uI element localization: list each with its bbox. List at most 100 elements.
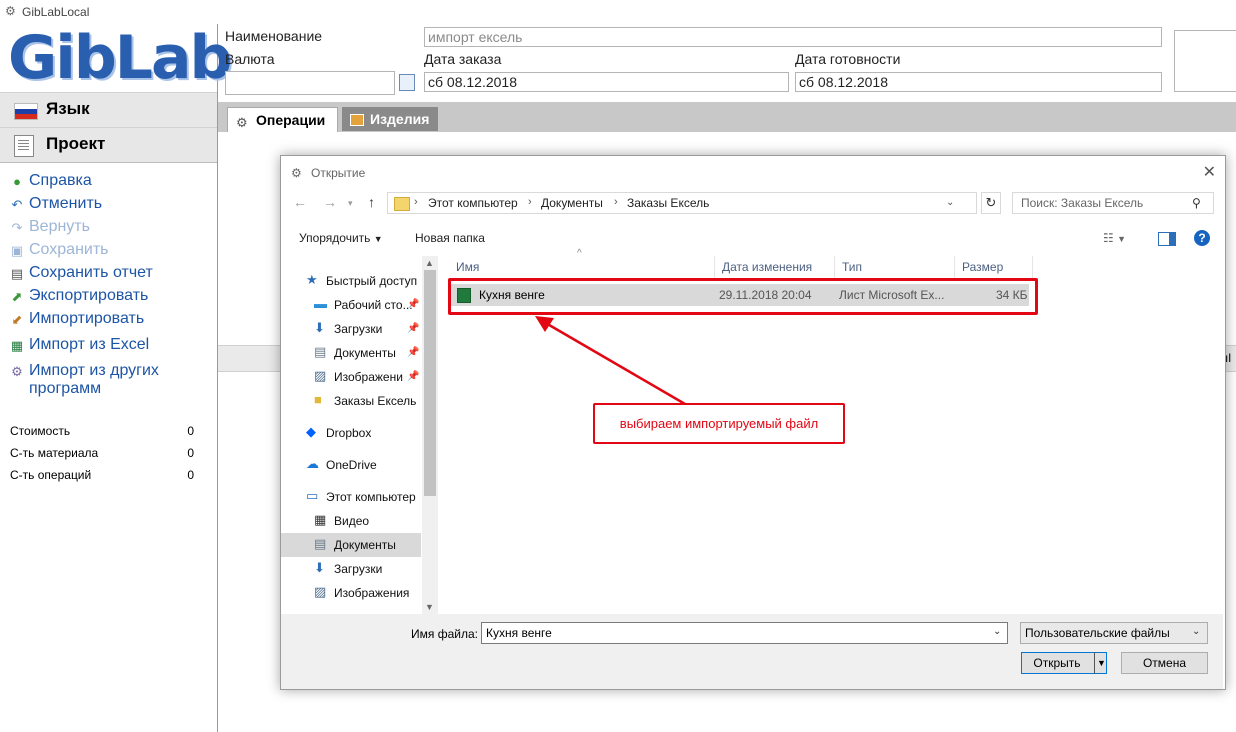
giblab-logo: GibLab — [8, 23, 232, 93]
import-icon: ⬋ — [11, 312, 23, 327]
redo-icon: ↷ — [11, 220, 23, 235]
cost-stats: Стоимость 0 С-ть материала 0 С-ть операций 0 — [10, 424, 200, 490]
tab-operations[interactable]: ⚙ Операции — [227, 107, 338, 132]
download-icon: ⬇ — [314, 320, 325, 335]
tree-item[interactable]: Документы — [334, 346, 396, 360]
annotation-label: выбираем импортируемый файл — [593, 403, 845, 444]
close-icon[interactable]: ✕ — [1203, 162, 1216, 182]
menu-item-label: Импорт из других программ — [29, 362, 159, 397]
open-label: Открыть — [1033, 656, 1081, 670]
menu-item[interactable]: ⬈ Экспортировать — [10, 287, 149, 305]
scrollbar-thumb[interactable] — [424, 270, 436, 496]
tree-item[interactable]: Изображени — [334, 370, 403, 384]
filename-dropdown-icon[interactable]: ⌄ — [993, 626, 1001, 637]
navigation-tree: ★ Быстрый доступ ▬ Рабочий сто... 📌 ⬇ Загрузки… — [281, 256, 439, 614]
tab-products[interactable]: Изделия — [342, 107, 438, 131]
pin-icon: 📌 — [407, 347, 420, 358]
help-icon[interactable]: ? — [1194, 230, 1210, 246]
breadcrumb-documents[interactable]: Документы — [541, 196, 603, 210]
tree-scrollbar[interactable]: ▲ ▼ — [422, 256, 438, 614]
address-bar[interactable]: › Этот компьютер › Документы › Заказы Ек… — [387, 192, 977, 214]
left-panel: GibLab Язык Проект ● Справка ↶ Отменить ↷ Вер… — [0, 23, 232, 732]
tree-item[interactable]: Быстрый доступ — [326, 274, 417, 288]
desktop-icon: ▬ — [314, 296, 327, 311]
dropbox-icon: ◆ — [306, 424, 316, 439]
undo-icon: ↶ — [11, 197, 23, 212]
menu-item-label: Вернуть — [29, 218, 90, 235]
video-icon: ▦ — [314, 512, 327, 527]
menu-item-label: Сохранить — [29, 241, 109, 258]
stat-label: Стоимость — [10, 424, 71, 438]
menu-item[interactable]: ↷ Вернуть — [10, 218, 90, 236]
view-options-icon[interactable]: ☷ ▼ — [1103, 231, 1126, 245]
organize-button[interactable]: Упорядочить ▼ — [299, 231, 383, 245]
open-dropdown-icon[interactable]: ▼ — [1094, 652, 1108, 674]
tree-item[interactable]: Изображения — [334, 586, 409, 600]
forward-arrow-icon[interactable]: → — [323, 194, 337, 210]
column-name[interactable]: Имя — [449, 256, 715, 278]
cancel-button[interactable]: Отмена — [1121, 652, 1208, 674]
column-size[interactable]: Размер — [955, 256, 1033, 278]
menu-item[interactable]: ▣ Сохранить — [10, 241, 109, 259]
breadcrumb-excel-orders[interactable]: Заказы Ексель — [627, 196, 709, 210]
image-icon: ▨ — [314, 368, 327, 383]
stat-row: Стоимость 0 — [10, 424, 200, 446]
tabs-bar: ⚙ Операции Изделия — [218, 102, 1236, 132]
scroll-up-icon[interactable]: ▲ — [425, 258, 434, 268]
tree-item[interactable]: Рабочий сто... — [334, 298, 413, 312]
back-arrow-icon[interactable]: ← — [293, 194, 307, 210]
help-icon: ● — [13, 174, 21, 189]
order-date-input[interactable]: сб 08.12.2018 — [424, 72, 789, 92]
tree-item[interactable]: Видео — [334, 514, 369, 528]
menu-item[interactable]: ↶ Отменить — [10, 195, 103, 213]
recent-dropdown-icon[interactable]: ▾ — [348, 198, 353, 209]
tree-item[interactable]: Этот компьютер — [326, 490, 416, 504]
ready-date-input[interactable]: сб 08.12.2018 — [795, 72, 1162, 92]
currency-picker-icon[interactable] — [399, 74, 415, 91]
scroll-down-icon[interactable]: ▼ — [425, 602, 434, 612]
import-other-icon: ⚙ — [11, 364, 23, 379]
tree-item[interactable]: Документы — [334, 538, 396, 552]
search-input[interactable]: Поиск: Заказы Ексель — [1012, 192, 1214, 214]
annotation-arrow — [535, 316, 686, 406]
menu-item-label: Сохранить отчет — [29, 264, 153, 281]
project-button[interactable]: Проект — [0, 127, 217, 163]
new-folder-button[interactable]: Новая папка — [415, 231, 485, 245]
language-button[interactable]: Язык — [0, 92, 217, 128]
up-arrow-icon[interactable]: ↑ — [368, 194, 375, 210]
menu-item[interactable]: ⬋ Импортировать — [10, 310, 145, 328]
menu-item[interactable]: ▦ Импорт из Excel — [10, 336, 149, 354]
menu-item[interactable]: ● Справка — [10, 172, 92, 190]
window-title: GibLabLocal — [22, 5, 90, 19]
filename-label: Имя файла: — [411, 627, 478, 641]
stat-value: 0 — [187, 424, 194, 438]
column-modified[interactable]: Дата изменения — [715, 256, 835, 278]
name-input[interactable]: импорт ексель — [424, 27, 1162, 47]
tree-item[interactable]: Dropbox — [326, 426, 371, 440]
filetype-select[interactable]: Пользовательские файлы — [1020, 622, 1208, 644]
menu-item[interactable]: ▤ Сохранить отчет — [10, 264, 153, 282]
preview-pane-icon[interactable] — [1158, 232, 1176, 246]
currency-input[interactable] — [225, 71, 395, 95]
ready-date-label: Дата готовности — [795, 51, 901, 67]
gear-icon: ⚙ — [236, 115, 248, 130]
column-type[interactable]: Тип — [835, 256, 955, 278]
breadcrumb-computer[interactable]: Этот компьютер — [428, 196, 518, 210]
product-icon — [350, 114, 364, 126]
filetype-dropdown-icon[interactable]: ⌄ — [1192, 626, 1200, 637]
refresh-icon[interactable]: ↻ — [981, 192, 1001, 214]
menu-item[interactable]: ⚙ Импорт из других программ — [10, 362, 159, 398]
tab-products-label: Изделия — [370, 111, 430, 127]
star-icon: ★ — [306, 272, 318, 287]
export-icon: ⬈ — [11, 289, 23, 304]
organize-label: Упорядочить — [299, 231, 371, 245]
highlight-box — [448, 278, 1038, 315]
filename-input[interactable]: Кухня венге — [481, 622, 1008, 644]
stat-row: С-ть материала 0 — [10, 446, 200, 468]
tree-item[interactable]: Загрузки — [334, 562, 382, 576]
tree-item[interactable]: Заказы Ексель — [334, 394, 416, 408]
tree-item[interactable]: OneDrive — [326, 458, 377, 472]
address-dropdown-icon[interactable]: ⌄ — [946, 197, 954, 208]
pin-icon: 📌 — [407, 371, 420, 382]
tree-item[interactable]: Загрузки — [334, 322, 382, 336]
